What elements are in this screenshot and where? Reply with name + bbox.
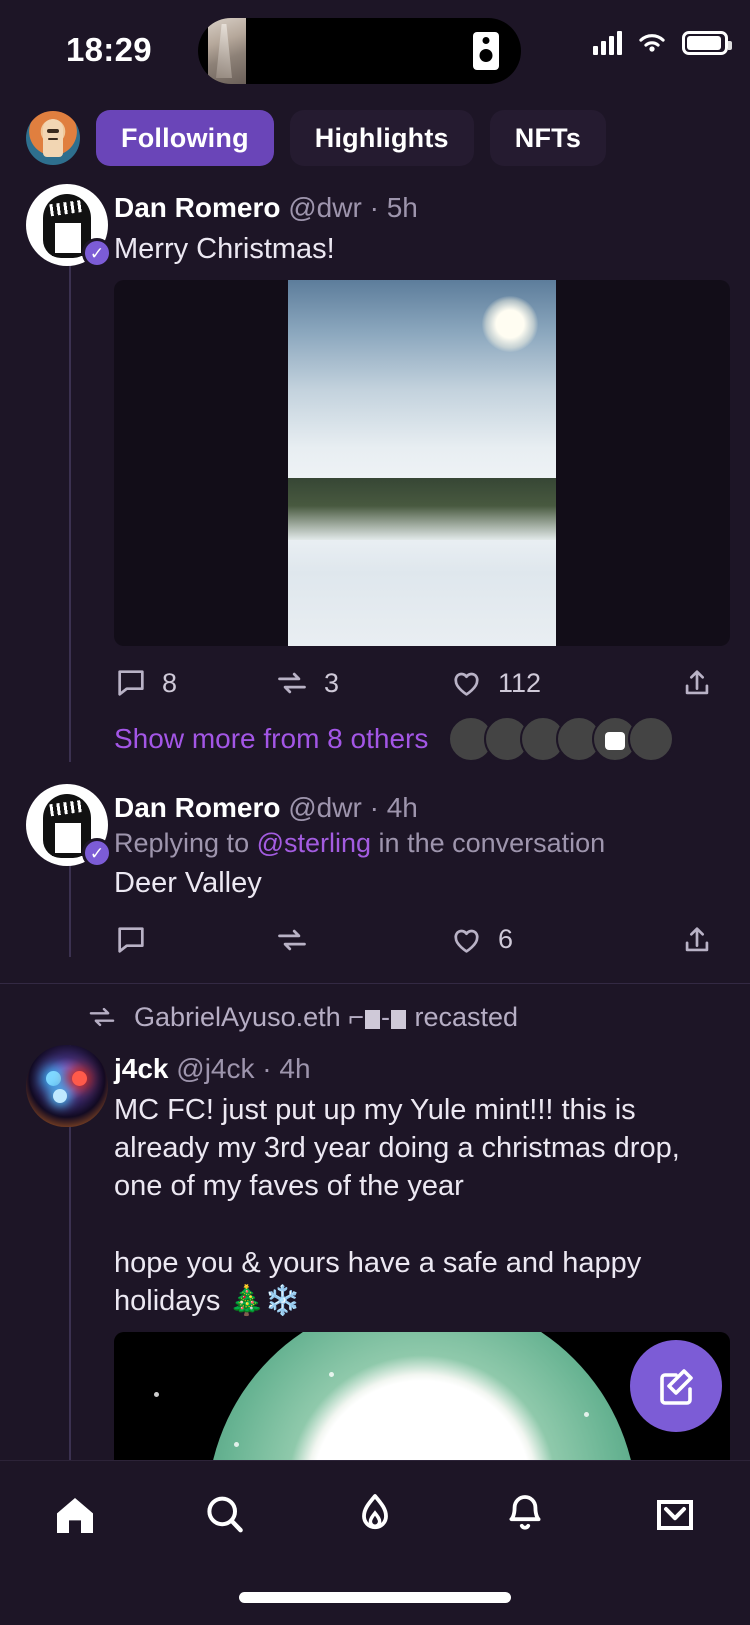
recast-count: 3 [324, 667, 340, 698]
flame-icon [362, 1494, 388, 1530]
recast-icon [278, 673, 306, 694]
tab-nfts[interactable]: NFTs [489, 110, 607, 166]
thread-line [69, 184, 71, 763]
display-name[interactable]: Dan Romero [114, 192, 280, 223]
recast-icon [89, 1007, 115, 1027]
status-indicators [593, 30, 732, 55]
cast-item[interactable]: ✓ Dan Romero @dwr · 4h Replying to @ster… [0, 784, 750, 957]
heart-icon [454, 672, 479, 696]
cast-text: Deer Valley [114, 867, 262, 900]
app-screen: 18:29 Following Highlights NFTs ✓ Dan Ro… [0, 0, 750, 1625]
speaker-icon [473, 32, 499, 70]
display-name[interactable]: Dan Romero [114, 792, 280, 823]
home-indicator [239, 1592, 511, 1603]
compose-button[interactable] [630, 1340, 722, 1432]
separator: · [262, 1052, 272, 1084]
handle[interactable]: @j4ck [176, 1053, 254, 1084]
share-button[interactable] [680, 666, 714, 700]
share-icon [685, 670, 709, 695]
nav-home[interactable] [0, 1491, 150, 1539]
tab-highlights[interactable]: Highlights [289, 110, 474, 166]
avatar[interactable]: ✓ [26, 784, 112, 869]
nouns-glasses-icon: ⌐ - [348, 1002, 407, 1032]
separator: · [369, 792, 379, 824]
share-icon [685, 926, 709, 951]
island-media-thumbnail [208, 18, 246, 84]
separator: · [369, 192, 379, 223]
cast-text: MC FC! just put up my Yule mint!!! this … [114, 1093, 680, 1317]
reply-prefix: Replying to [114, 828, 257, 859]
cast-item[interactable]: ✓ Dan Romero @dwr · 5h Merry Christmas! [0, 184, 750, 763]
reply-mention[interactable]: @sterling [257, 828, 371, 858]
cast-actions: 6 [114, 907, 730, 957]
recast-button[interactable]: 3 [274, 666, 449, 700]
like-button[interactable]: 6 [449, 923, 624, 957]
nav-messages[interactable] [600, 1491, 750, 1539]
nav-search[interactable] [150, 1491, 300, 1539]
cast-media-image[interactable] [114, 280, 730, 647]
bell-icon [509, 1495, 541, 1530]
feed: ✓ Dan Romero @dwr · 5h Merry Christmas! [0, 184, 750, 1563]
recast-button[interactable] [274, 923, 449, 957]
avatar-column: ✓ [26, 784, 114, 957]
comment-icon [118, 670, 144, 696]
nav-trending[interactable] [300, 1491, 450, 1539]
heart-icon [454, 929, 479, 953]
recast-suffix: recasted [414, 1001, 519, 1032]
cast-text: Merry Christmas! [114, 233, 335, 265]
comment-icon [118, 926, 144, 953]
handle[interactable]: @dwr [288, 792, 362, 823]
display-name[interactable]: j4ck [114, 1053, 169, 1084]
like-count: 6 [498, 924, 514, 955]
like-button[interactable]: 112 [449, 666, 624, 700]
show-more-button[interactable]: Show more from 8 others [114, 700, 730, 763]
status-bar: 18:29 [0, 0, 750, 100]
recast-icon [278, 929, 306, 950]
avatar[interactable] [26, 111, 80, 165]
recast-author[interactable]: GabrielAyuso.eth [134, 1002, 341, 1032]
cast-header: Dan Romero @dwr · 5h [114, 190, 730, 225]
home-icon [57, 1498, 93, 1533]
verified-badge-icon: ✓ [82, 838, 112, 869]
search-icon [207, 1496, 243, 1533]
nav-notifications[interactable] [450, 1491, 600, 1539]
wifi-icon [639, 34, 665, 52]
facepile[interactable] [448, 716, 675, 763]
share-button[interactable] [680, 923, 714, 957]
battery-icon [682, 30, 732, 55]
timestamp: 4h [386, 792, 418, 824]
comment-count: 8 [162, 667, 178, 698]
reply-suffix: in the conversation [371, 828, 606, 859]
show-more-label: Show more from 8 others [114, 723, 429, 755]
feed-tab-bar: Following Highlights NFTs [0, 100, 750, 184]
avatar[interactable] [26, 1044, 108, 1127]
cellular-signal-icon [593, 30, 622, 55]
like-count: 112 [498, 667, 542, 698]
avatar[interactable]: ✓ [26, 184, 112, 268]
timestamp: 4h [279, 1052, 311, 1084]
cast-header: j4ck @j4ck · 4h [114, 1051, 730, 1086]
comment-button[interactable]: 8 [114, 666, 274, 700]
bottom-navigation [0, 1460, 750, 1625]
tab-following[interactable]: Following [96, 110, 274, 166]
cast-actions: 8 3 112 [114, 650, 730, 700]
timestamp: 5h [386, 192, 418, 223]
dynamic-island[interactable] [198, 18, 521, 84]
verified-badge-icon: ✓ [82, 238, 112, 268]
status-time: 18:29 [66, 31, 152, 68]
compose-icon [660, 1369, 693, 1405]
handle[interactable]: @dwr [288, 192, 362, 223]
reply-context: Replying to @sterling in the conversatio… [114, 828, 730, 859]
recast-context: GabrielAyuso.eth ⌐ - recasted [0, 984, 750, 1033]
avatar-column: ✓ [26, 184, 114, 763]
envelope-icon [657, 1500, 693, 1530]
comment-button[interactable] [114, 923, 274, 957]
cast-header: Dan Romero @dwr · 4h [114, 790, 730, 825]
